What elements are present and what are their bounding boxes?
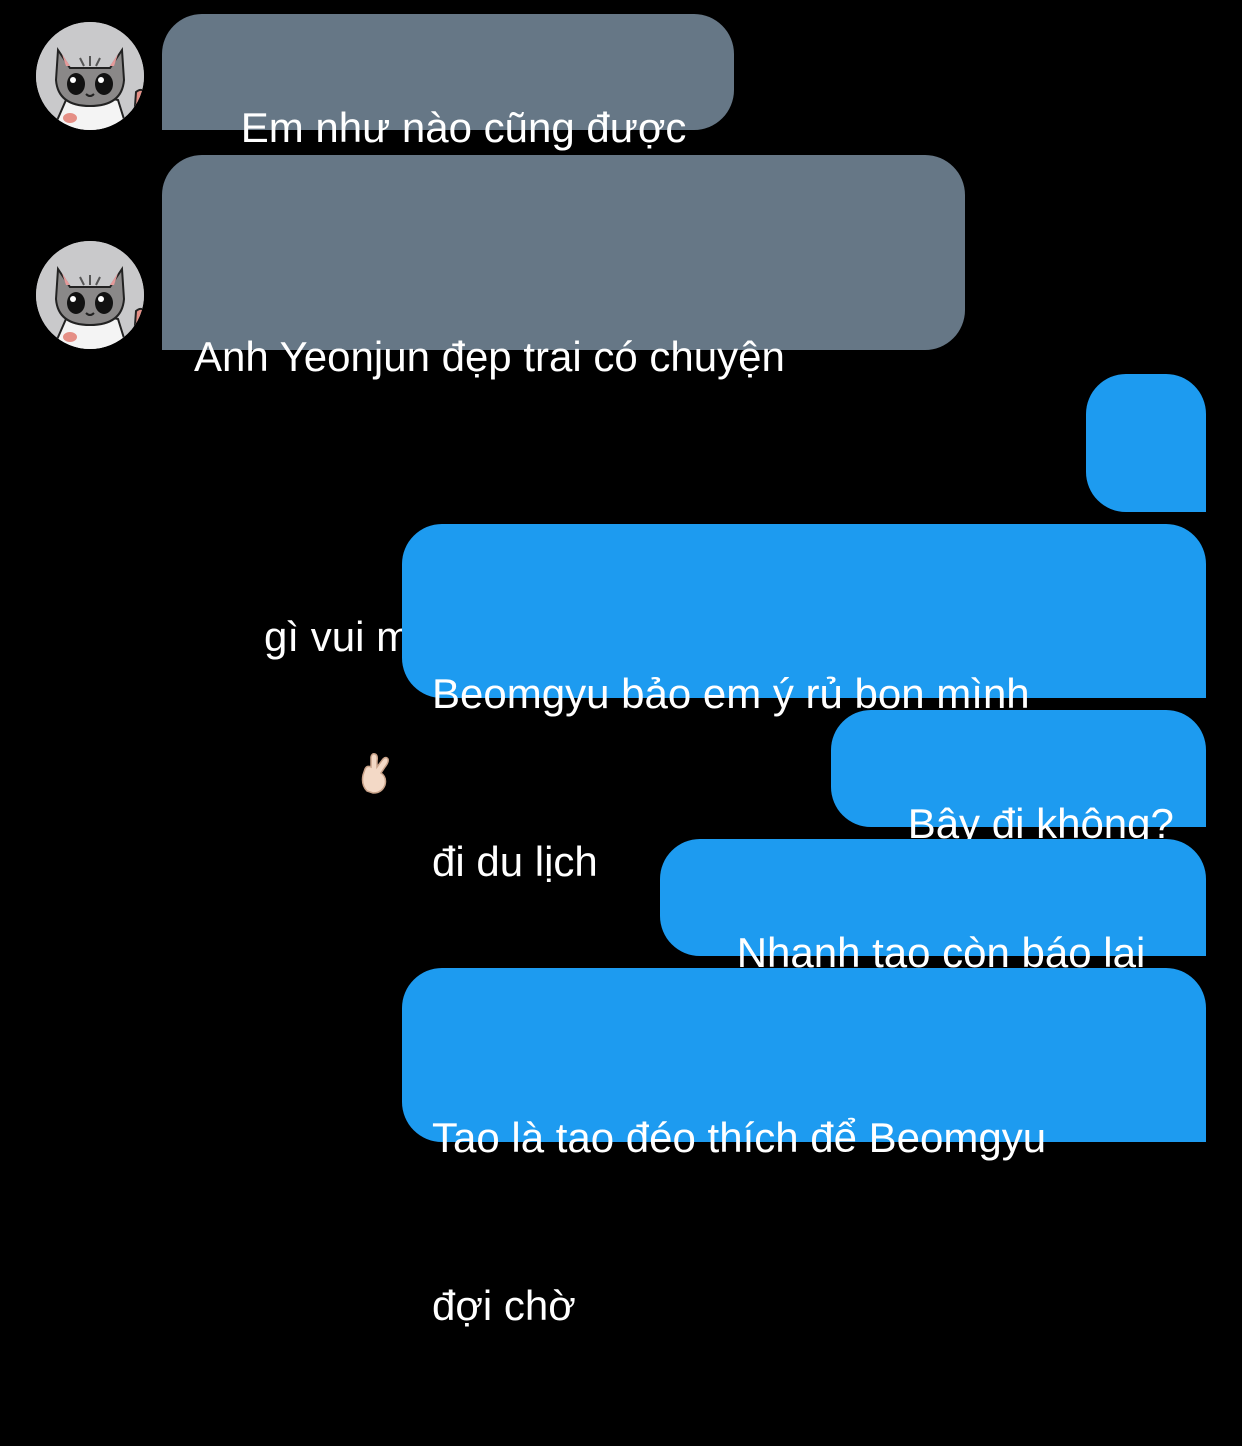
- incoming-message[interactable]: Anh Yeonjun đẹp trai có chuyện gì vui mu…: [162, 155, 965, 794]
- message-text: Tao là tao đéo thích để Beomgyu: [432, 1114, 1047, 1161]
- chat-thread: Em như nào cũng được Anh Yeonjun đẹp tra…: [0, 0, 1242, 1329]
- incoming-message[interactable]: Em như nào cũng được: [162, 14, 734, 151]
- cat-avatar-icon: [36, 22, 144, 130]
- cat-avatar-icon: [36, 241, 144, 349]
- outgoing-message[interactable]: Bây đi không?: [831, 710, 1206, 847]
- crossed-fingers-icon: [264, 673, 393, 889]
- outgoing-message[interactable]: Tao là tao đéo thích để Beomgyu đợi chờ: [402, 968, 1206, 1329]
- message-text: Em như nào cũng được: [240, 104, 687, 151]
- outgoing-message[interactable]: Beomgyu bảo em ý rủ bọn mình đi du lịch: [402, 524, 1206, 885]
- message-text: Anh Yeonjun đẹp trai có chuyện: [194, 333, 785, 380]
- outgoing-message[interactable]: [1086, 374, 1206, 583]
- avatar[interactable]: [36, 22, 144, 130]
- message-text: đợi chờ: [432, 1282, 576, 1329]
- avatar[interactable]: [36, 241, 144, 349]
- outgoing-message[interactable]: Nhanh tao còn báo lại: [660, 839, 1206, 976]
